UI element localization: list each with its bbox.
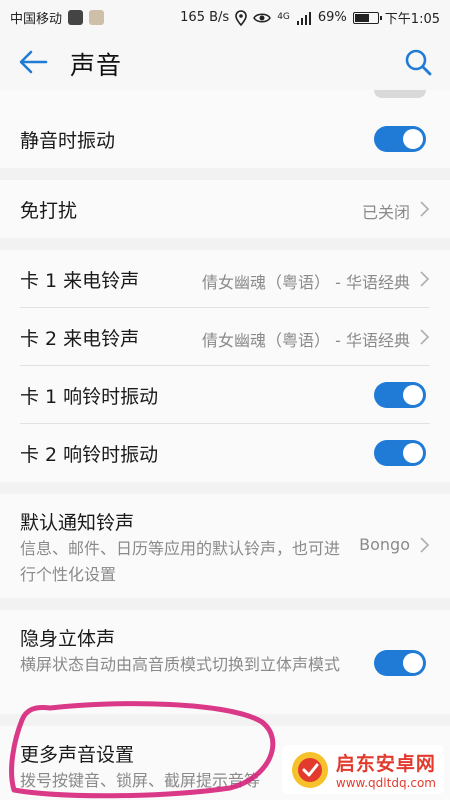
stealth-stereo-toggle[interactable]	[374, 650, 426, 676]
chevron-right-icon	[420, 329, 430, 345]
settings-group-notification: 默认通知铃声 信息、邮件、日历等应用的默认铃声，也可进行个性化设置 Bongo	[0, 494, 450, 598]
settings-group-stereo: 隐身立体声 横屏状态自动由高音质模式切换到立体声模式	[0, 610, 450, 714]
toggle-knob	[403, 385, 423, 405]
row-default-notification-tone[interactable]: 默认通知铃声 信息、邮件、日历等应用的默认铃声，也可进行个性化设置 Bongo	[20, 494, 430, 598]
row-title: 卡 2 来电铃声	[20, 328, 140, 350]
row-vibrate-on-silent[interactable]: 静音时振动	[20, 110, 430, 168]
chevron-right-icon	[420, 201, 430, 217]
watermark-url: www.qdltdq.com	[335, 776, 436, 790]
row-sim2-vibrate[interactable]: 卡 2 响铃时振动	[20, 424, 430, 482]
row-sim1-ringtone[interactable]: 卡 1 来电铃声 倩女幽魂（粤语） - 华语经典	[20, 250, 430, 308]
location-icon	[235, 9, 247, 26]
clock: 下午1:05	[384, 12, 440, 27]
watermark-text: 启东安卓网 www.qdltdq.com	[336, 749, 436, 790]
row-description: 信息、邮件、日历等应用的默认铃声，也可进行个性化设置	[20, 539, 341, 584]
settings-group-dnd: 免打扰 已关闭	[0, 180, 450, 238]
toggle-knob	[403, 443, 423, 463]
signal-icon	[296, 11, 311, 25]
row-description: 横屏状态自动由高音质模式切换到立体声模式	[20, 655, 341, 674]
row-title: 更多声音设置	[20, 744, 135, 766]
eye-comfort-icon	[253, 13, 272, 22]
battery-percent: 69%	[317, 10, 347, 25]
watermark-name: 启东安卓网	[335, 753, 436, 775]
network-speed: 165 B/s	[180, 10, 230, 25]
row-title: 卡 1 来电铃声	[20, 270, 140, 292]
search-icon[interactable]	[402, 46, 434, 78]
battery-icon	[352, 11, 382, 24]
status-bar-left: 中国移动	[10, 8, 105, 27]
row-title: 默认通知铃声	[20, 512, 135, 534]
notification-app-icon	[68, 10, 84, 25]
row-value: 已关闭	[361, 203, 410, 222]
row-stealth-stereo[interactable]: 隐身立体声 横屏状态自动由高音质模式切换到立体声模式	[20, 610, 430, 714]
network-type: 4G	[277, 12, 290, 22]
row-value: Bongo	[359, 535, 410, 554]
watermark-logo-icon	[291, 751, 328, 788]
settings-group-ringtones: 卡 1 来电铃声 倩女幽魂（粤语） - 华语经典 卡 2 来电铃声 倩女幽魂（粤…	[0, 250, 450, 482]
toggle-knob	[403, 653, 423, 673]
row-sim1-vibrate[interactable]: 卡 1 响铃时振动	[20, 366, 430, 424]
battery-level	[354, 13, 370, 22]
row-value: 倩女幽魂（粤语） - 华语经典	[202, 273, 410, 292]
page-title: 声音	[70, 51, 123, 80]
row-title: 静音时振动	[20, 130, 116, 152]
chevron-right-icon	[420, 537, 430, 553]
row-do-not-disturb[interactable]: 免打扰 已关闭	[20, 180, 430, 238]
sim1-vibrate-toggle[interactable]	[374, 382, 426, 408]
notification-image-icon	[89, 10, 105, 25]
row-value: 倩女幽魂（粤语） - 华语经典	[202, 331, 410, 350]
app-bar: 声音	[0, 34, 450, 90]
sim2-vibrate-toggle[interactable]	[374, 440, 426, 466]
row-title: 免打扰	[20, 200, 78, 222]
settings-list: 静音时振动 免打扰 已关闭 卡 1 来电铃声 倩女幽魂（粤语） - 华语经典 卡…	[0, 90, 450, 800]
status-bar-right: 165 B/s 4G 69% 下午1:05	[180, 8, 440, 27]
partial-toggle	[374, 90, 426, 98]
chevron-right-icon	[420, 271, 430, 287]
row-title: 卡 2 响铃时振动	[20, 444, 159, 466]
watermark: 启东安卓网 www.qdltdq.com	[281, 745, 444, 794]
vibrate-on-silent-toggle[interactable]	[374, 126, 426, 152]
settings-sound-screen: 中国移动 165 B/s 4G 69% 下午1:05 声音 静音时振动 免打扰 …	[0, 0, 450, 800]
status-bar: 中国移动 165 B/s 4G 69% 下午1:05	[0, 0, 450, 34]
carrier-label: 中国移动	[10, 12, 63, 27]
row-title: 隐身立体声	[20, 628, 116, 650]
row-title: 卡 1 响铃时振动	[20, 386, 159, 408]
settings-group-vibrate: 静音时振动	[0, 110, 450, 168]
row-sim2-ringtone[interactable]: 卡 2 来电铃声 倩女幽魂（粤语） - 华语经典	[20, 308, 430, 366]
back-arrow-icon[interactable]	[16, 46, 50, 78]
scrolled-row-peek	[0, 90, 450, 110]
toggle-knob	[403, 129, 423, 149]
